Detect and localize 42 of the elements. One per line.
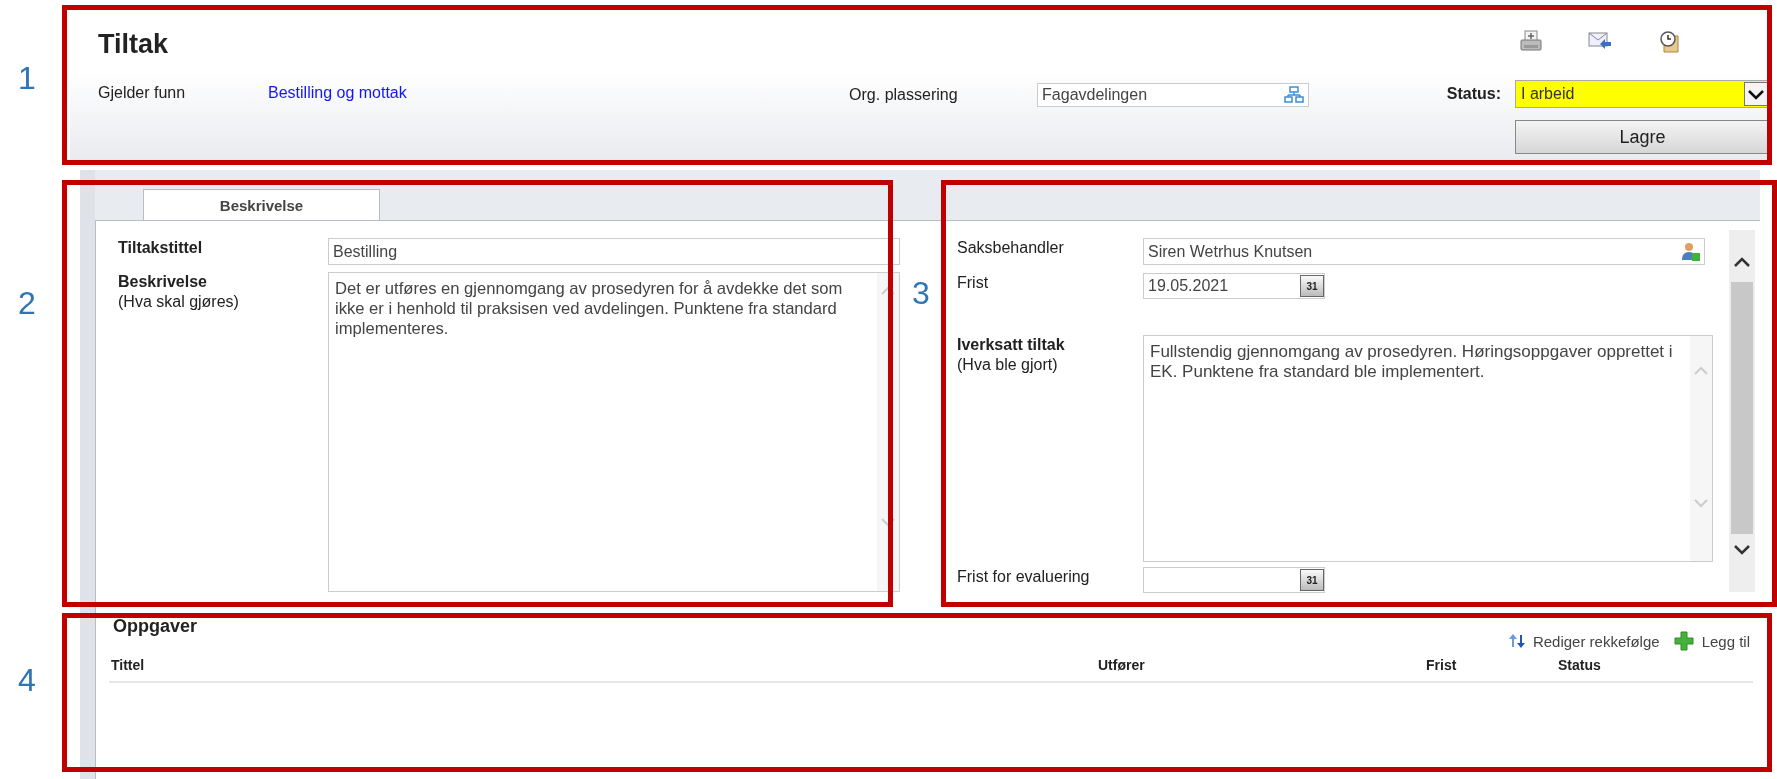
field-label: Tiltakstittel bbox=[118, 238, 204, 258]
title-field[interactable]: Bestilling bbox=[328, 238, 900, 265]
annotation-number: 1 bbox=[18, 60, 36, 96]
calendar-button[interactable]: 31 bbox=[1300, 275, 1324, 297]
status-label: Status: bbox=[1446, 85, 1501, 103]
field-label: Frist bbox=[957, 273, 990, 293]
org-chart-icon[interactable] bbox=[1284, 86, 1305, 104]
person-icon[interactable] bbox=[1682, 241, 1700, 262]
deadline-field[interactable]: 19.05.2021 31 bbox=[1143, 273, 1325, 299]
field-label: Org. plassering bbox=[849, 86, 959, 104]
field-label: Iverksatt tiltak bbox=[957, 335, 1066, 355]
calendar-button[interactable]: 31 bbox=[1300, 569, 1324, 591]
field-label: Beskrivelse bbox=[118, 272, 208, 292]
annotation-number: 3 bbox=[912, 275, 930, 311]
caret-icon[interactable] bbox=[1744, 82, 1768, 106]
finding-link[interactable]: Bestilling og mottak bbox=[268, 84, 407, 102]
add-link[interactable]: Legg til bbox=[1673, 631, 1750, 651]
field-label: Saksbehandler bbox=[957, 238, 1065, 258]
printer-icon[interactable] bbox=[1520, 30, 1542, 52]
column-header[interactable]: Utfører bbox=[1098, 657, 1145, 673]
evaluation-date-field[interactable]: 31 bbox=[1143, 567, 1325, 593]
tab[interactable]: Beskrivelse bbox=[143, 189, 380, 220]
clock-icon[interactable] bbox=[1658, 30, 1682, 54]
column-header[interactable]: Tittel bbox=[111, 657, 145, 673]
status-dropdown[interactable]: I arbeid bbox=[1515, 80, 1770, 108]
org-field[interactable]: Fagavdelingen bbox=[1037, 83, 1310, 107]
field-label: Frist for evaluering bbox=[957, 567, 1091, 587]
sort-arrows-icon bbox=[1508, 633, 1525, 649]
scrollbar[interactable] bbox=[1729, 230, 1755, 592]
column-header[interactable]: Status bbox=[1558, 657, 1601, 673]
case-handler-field[interactable]: Siren Wetrhus Knutsen bbox=[1143, 238, 1705, 265]
section-title: Oppgaver bbox=[113, 615, 198, 637]
page-title: Tiltak bbox=[98, 28, 170, 60]
column-header[interactable]: Frist bbox=[1426, 657, 1457, 673]
reorder-link[interactable]: Rediger rekkefølge bbox=[1508, 631, 1660, 651]
annotation-number: 4 bbox=[18, 662, 36, 698]
annotation-number: 2 bbox=[18, 285, 36, 321]
field-hint: (Hva ble gjort) bbox=[957, 355, 1059, 375]
save-button[interactable]: Lagre bbox=[1515, 120, 1770, 154]
field-label: Gjelder funn bbox=[98, 84, 187, 102]
field-hint: (Hva skal gjøres) bbox=[118, 292, 240, 312]
plus-icon bbox=[1673, 631, 1694, 651]
